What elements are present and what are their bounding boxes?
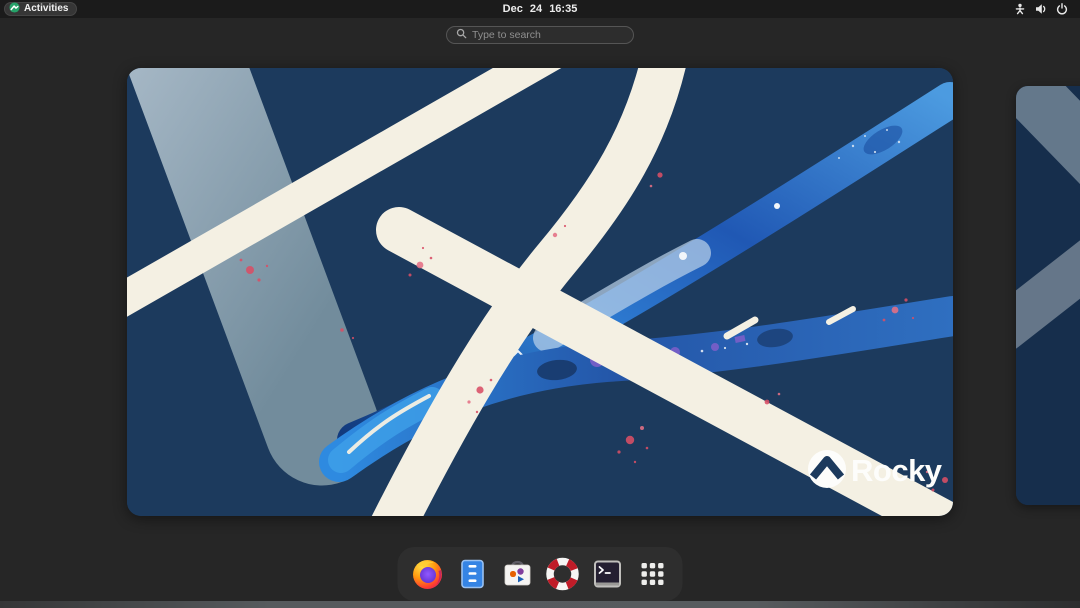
firefox-icon: [411, 557, 445, 591]
system-status-area[interactable]: [1010, 0, 1072, 18]
top-bar: Activities Dec 24 16:35: [0, 0, 1080, 18]
accessibility-icon: [1014, 3, 1026, 15]
rocky-wordmark: Rocky: [851, 453, 943, 488]
distro-logo-icon: [9, 0, 20, 18]
help-icon: [546, 557, 580, 591]
show-applications-button[interactable]: [634, 555, 672, 593]
rocky-logo: Rocky: [808, 450, 943, 488]
dock-firefox-button[interactable]: [409, 555, 447, 593]
screen-bottom-edge: [0, 601, 1080, 608]
search-field[interactable]: [446, 26, 634, 44]
activities-label: Activities: [24, 4, 68, 14]
power-icon: [1056, 3, 1068, 15]
dock-software-button[interactable]: [499, 555, 537, 593]
rocky-wallpaper: Rocky: [127, 68, 953, 516]
search-input[interactable]: [472, 29, 624, 41]
dash: [398, 547, 683, 601]
gnome-activities-overview: { "top_bar": { "activities_label": "Acti…: [0, 0, 1080, 608]
search-row: [0, 26, 1080, 44]
software-icon: [501, 557, 535, 591]
workspace-preview-next[interactable]: [1016, 86, 1080, 505]
workspace-preview-active[interactable]: Rocky: [127, 68, 953, 516]
dock-help-button[interactable]: [544, 555, 582, 593]
app-grid-icon: [636, 557, 670, 591]
terminal-icon: [591, 557, 625, 591]
files-icon: [456, 557, 490, 591]
volume-icon: [1035, 3, 1047, 15]
activities-button[interactable]: Activities: [4, 2, 77, 16]
dock-files-button[interactable]: [454, 555, 492, 593]
dock-terminal-button[interactable]: [589, 555, 627, 593]
clock[interactable]: Dec 24 16:35: [503, 3, 578, 15]
search-icon: [456, 26, 467, 44]
rocky-wallpaper-partial: [1016, 86, 1080, 505]
